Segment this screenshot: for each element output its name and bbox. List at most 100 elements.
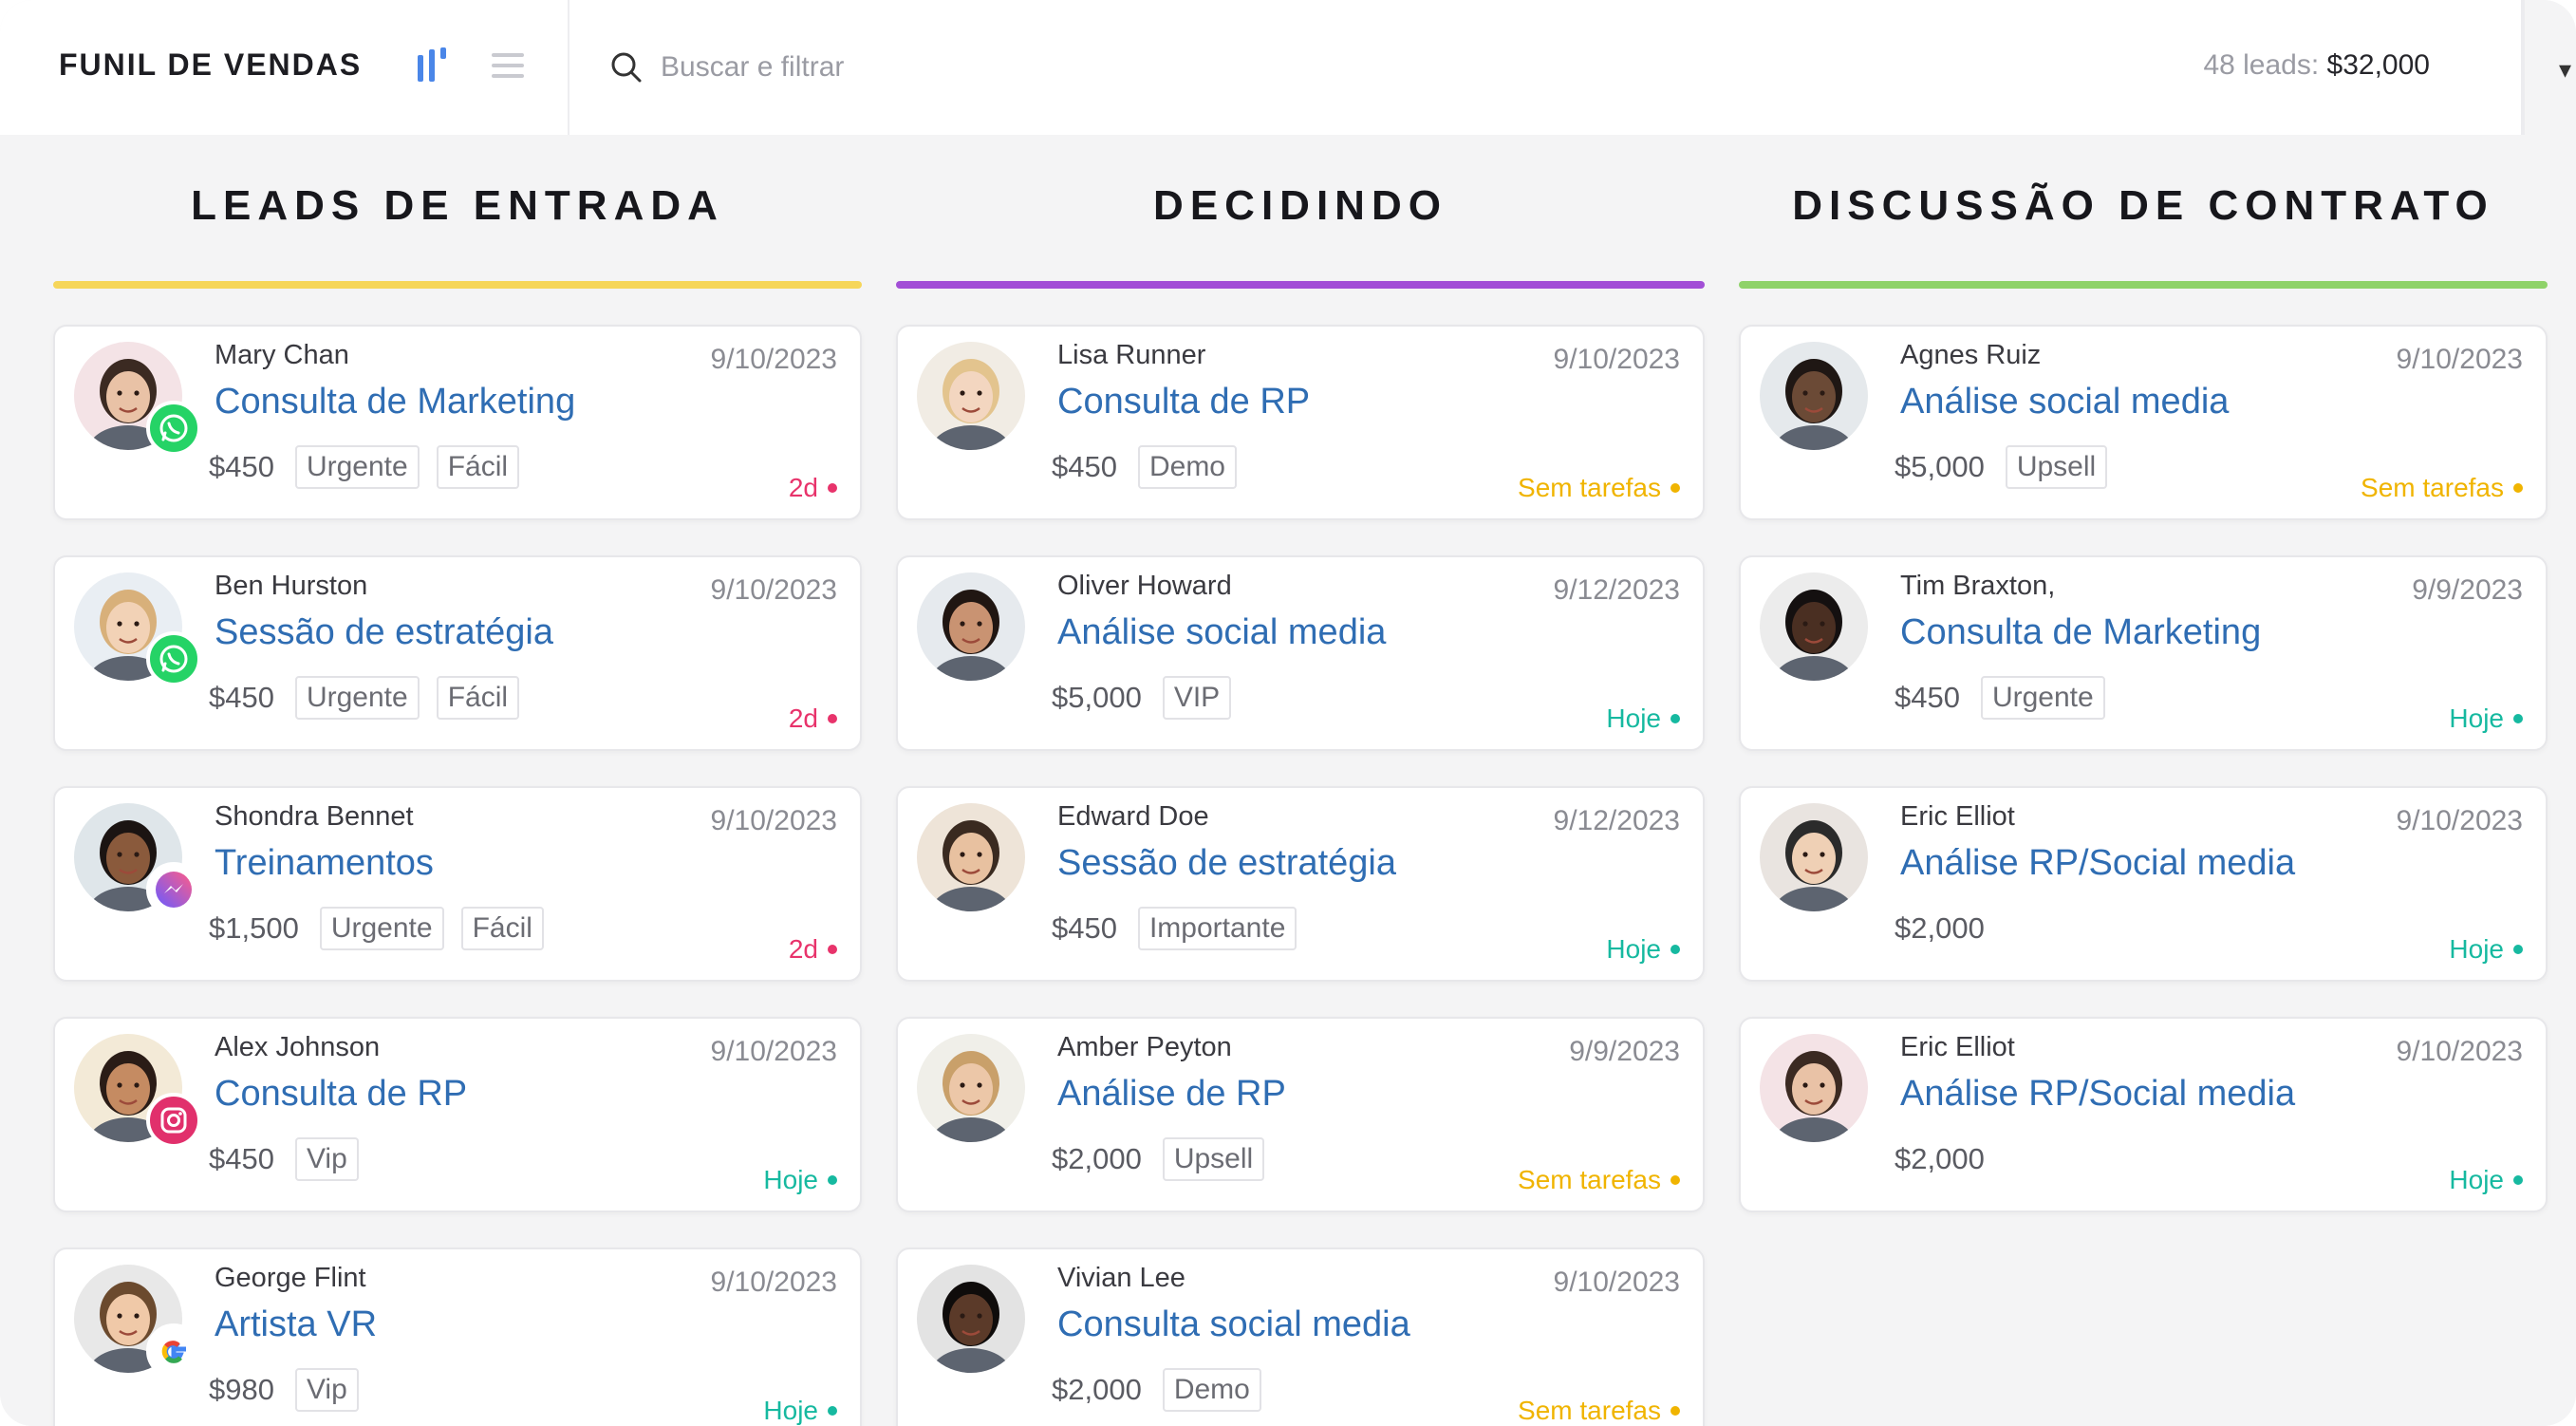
task-status-label: Hoje [1606,934,1661,964]
lead-card[interactable]: Edward Doe Sessão de estratégia 9/12/2023 $… [896,786,1705,982]
chevron-down-icon[interactable]: ▾ [2559,55,2571,84]
task-status: Hoje [1606,934,1680,965]
list-view-icon[interactable] [492,49,524,82]
deal-date: 9/10/2023 [2396,344,2523,375]
deal-tag[interactable]: Demo [1162,1368,1261,1412]
deal-tag[interactable]: Importante [1137,907,1297,950]
status-dot-icon [1671,1406,1680,1416]
leads-value: $32,000 [2326,49,2430,81]
task-status-label: Sem tarefas [1518,1396,1661,1425]
avatar [1760,342,1868,450]
contact-name: Agnes Ruiz [1900,340,2042,370]
status-dot-icon [2513,945,2523,954]
deal-date: 9/10/2023 [710,805,837,836]
search-bar[interactable] [609,42,1464,93]
deal-tag[interactable]: Upsell [2005,445,2108,489]
deal-value: $450 [1895,681,1960,714]
lead-card[interactable]: Shondra Bennet Treinamentos 9/10/2023 $1,50… [53,786,862,982]
deal-value: $980 [209,1373,274,1406]
lead-card[interactable]: Alex Johnson Consulta de RP 9/10/2023 $450 V… [53,1017,862,1212]
deal-tag[interactable]: Urgente [294,676,420,720]
avatar [1760,572,1868,681]
contact-name: Eric Elliot [1900,1032,2015,1062]
status-dot-icon [1671,714,1680,723]
deal-title-link[interactable]: Sessão de estratégia [215,612,553,653]
task-status: Sem tarefas [1518,1396,1680,1426]
deal-tag[interactable]: Urgente [294,445,420,489]
search-input[interactable] [661,51,1325,84]
lead-card[interactable]: Eric Elliot Análise RP/Social media 9/10/2… [1739,786,2548,982]
deal-title-link[interactable]: Consulta de Marketing [1900,612,2261,653]
deal-tag[interactable]: Upsell [1162,1137,1265,1181]
deal-value: $450 [209,450,274,483]
page-title: FUNIL DE VENDAS [59,47,363,82]
deal-title-link[interactable]: Análise de RP [1057,1074,1286,1115]
deal-tag[interactable]: VIP [1162,676,1232,720]
deal-tag[interactable]: Vip [294,1368,359,1412]
deal-tag[interactable]: Demo [1137,445,1237,489]
task-status-label: Hoje [763,1165,818,1194]
status-dot-icon [828,714,837,723]
deal-value: $2,000 [1895,1142,1985,1175]
task-status: 2d [789,704,837,734]
deal-title-link[interactable]: Análise social media [1057,612,1386,653]
deal-title-link[interactable]: Consulta de Marketing [215,382,575,422]
app-frame: FUNIL DE VENDAS 48 leads: $32,000 ▾ LEAD… [0,0,2576,1426]
deal-title-link[interactable]: Análise social media [1900,382,2229,422]
lead-card[interactable]: Agnes Ruiz Análise social media 9/10/2023 $… [1739,325,2548,520]
contact-name: Ben Hurston [215,571,368,601]
deal-tag[interactable]: Fácil [436,676,520,720]
task-status: Sem tarefas [1518,473,1680,503]
board-view-icon[interactable] [416,46,457,84]
top-bar: FUNIL DE VENDAS 48 leads: $32,000 ▾ [0,0,2571,135]
status-dot-icon [1671,1175,1680,1185]
deal-tag[interactable]: Urgente [319,907,444,950]
deal-title-link[interactable]: Análise RP/Social media [1900,843,2295,884]
status-dot-icon [2513,714,2523,723]
lead-card[interactable]: Ben Hurston Sessão de estratégia 9/10/2023… [53,555,862,751]
deal-date: 9/10/2023 [710,1036,837,1067]
contact-name: Amber Peyton [1057,1032,1232,1062]
deal-tag[interactable]: Urgente [1980,676,2105,720]
deal-tag[interactable]: Vip [294,1137,359,1181]
deal-date: 9/10/2023 [1553,344,1680,375]
deal-value: $5,000 [1052,681,1142,714]
task-status: Hoje [2449,704,2523,734]
lead-card[interactable]: George Flint Artista VR 9/10/2023 $980 Vip Ho… [53,1248,862,1426]
lead-card[interactable]: Mary Chan Consulta de Marketing 9/10/2023 $… [53,325,862,520]
contact-name: Tim Braxton, [1900,571,2056,601]
lead-card[interactable]: Lisa Runner Consulta de RP 9/10/2023 $450 De… [896,325,1705,520]
deal-meta: $980 Vip [209,1367,359,1413]
avatar [917,572,1025,681]
deal-value: $2,000 [1052,1142,1142,1175]
deal-value: $2,000 [1052,1373,1142,1406]
deal-tag[interactable]: Fácil [460,907,544,950]
leads-total: 48 leads: $32,000 [2203,49,2430,82]
deal-title-link[interactable]: Consulta de RP [215,1074,467,1115]
deal-date: 9/10/2023 [1553,1267,1680,1298]
lead-card[interactable]: Amber Peyton Análise de RP 9/9/2023 $2,000 U… [896,1017,1705,1212]
deal-meta: $1,500 Urgente Fácil [209,906,544,951]
deal-title-link[interactable]: Treinamentos [215,843,434,884]
deal-title-link[interactable]: Consulta social media [1057,1304,1410,1345]
lead-card[interactable]: Vivian Lee Consulta social media 9/10/2023… [896,1248,1705,1426]
task-status-label: 2d [788,704,818,733]
deal-date: 9/10/2023 [2396,805,2523,836]
deal-title-link[interactable]: Sessão de estratégia [1057,843,1396,884]
lead-card[interactable]: Eric Elliot Análise RP/Social media 9/10/2… [1739,1017,2548,1212]
lead-card[interactable]: Tim Braxton, Consulta de Marketing 9/9/202… [1739,555,2548,751]
deal-title-link[interactable]: Artista VR [215,1304,377,1345]
deal-title-link[interactable]: Consulta de RP [1057,382,1310,422]
deal-date: 9/12/2023 [1553,574,1680,606]
deal-tag[interactable]: Fácil [436,445,520,489]
status-dot-icon [828,483,837,493]
search-icon [609,50,644,84]
deal-meta: $2,000 Upsell [1052,1136,1265,1182]
contact-name: Edward Doe [1057,801,1209,832]
column-2: DISCUSSÃO DE CONTRATO Agnes Ruiz Análise … [1739,135,2548,1212]
deal-title-link[interactable]: Análise RP/Social media [1900,1074,2295,1115]
task-status: Hoje [2449,934,2523,965]
deal-date: 9/10/2023 [710,574,837,606]
status-dot-icon [1671,945,1680,954]
lead-card[interactable]: Oliver Howard Análise social media 9/12/20… [896,555,1705,751]
